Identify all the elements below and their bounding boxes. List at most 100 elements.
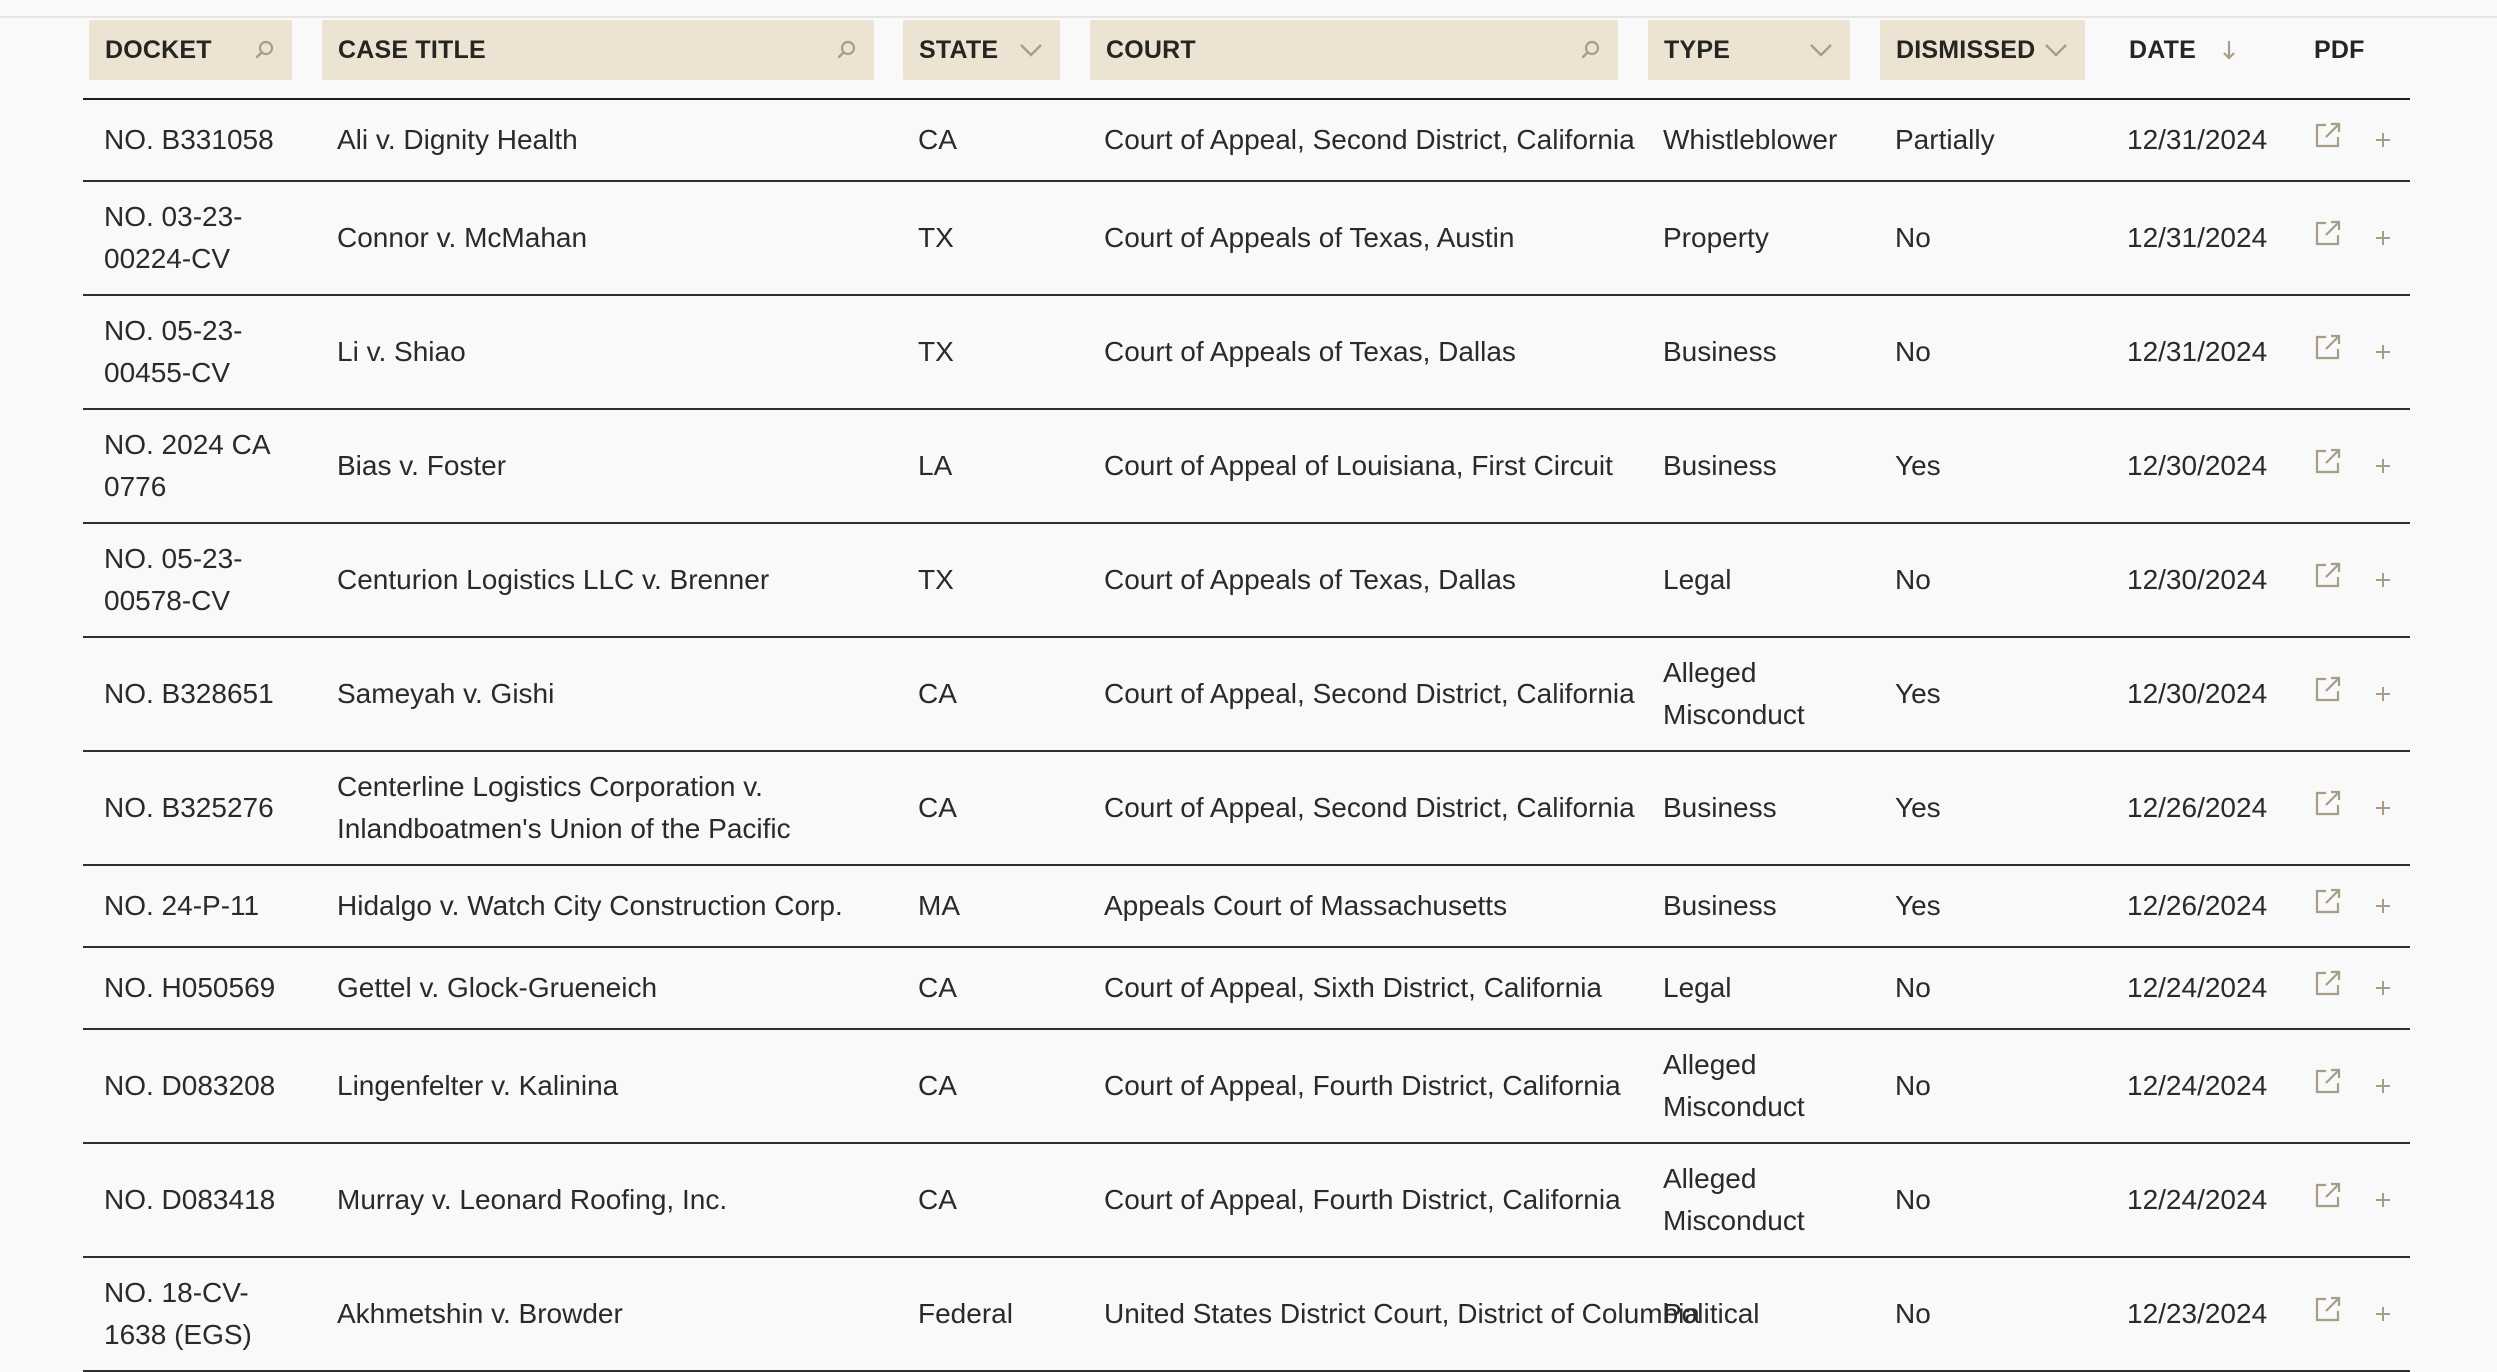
court-text: Court of Appeal, Second District, Califo… (1104, 792, 1635, 823)
plus-icon[interactable] (2373, 560, 2413, 600)
cell-add (2373, 296, 2413, 408)
cell-dismissed: Yes (1895, 638, 2095, 750)
date-text: 12/26/2024 (2127, 890, 2268, 921)
cell-court: United States District Court, District o… (1104, 1258, 1704, 1370)
docket-text: NO. 18-CV-1638 (EGS) (104, 1277, 252, 1350)
plus-icon[interactable] (2373, 446, 2413, 486)
cell-pdf (2313, 638, 2353, 750)
column-header-date[interactable]: DATE (2113, 20, 2253, 80)
chevron-down-icon[interactable] (1808, 42, 1834, 58)
date-text: 12/26/2024 (2127, 792, 2268, 823)
table-row: NO. D083208 Lingenfelter v. Kalinina CA Cou… (83, 1030, 2410, 1144)
cell-court: Court of Appeal, Fourth District, Califo… (1104, 1144, 1704, 1256)
chevron-down-icon[interactable] (1018, 42, 1044, 58)
arrow-down-icon[interactable] (2221, 38, 2237, 62)
state-text: TX (918, 222, 954, 253)
type-text: Property (1663, 222, 1769, 253)
cell-title: Bias v. Foster (337, 410, 897, 522)
state-text: MA (918, 890, 960, 921)
cell-pdf (2313, 752, 2353, 864)
title-text: Centurion Logistics LLC v. Brenner (337, 564, 770, 595)
cell-date: 12/26/2024 (2127, 866, 2287, 946)
dismissed-text: No (1895, 1298, 1931, 1329)
title-text: Centerline Logistics Corporation v. Inla… (337, 771, 791, 844)
chevron-down-icon[interactable] (2043, 42, 2069, 58)
external-link-icon[interactable] (2313, 120, 2353, 160)
search-icon[interactable] (1580, 39, 1602, 61)
external-link-icon[interactable] (2313, 1066, 2353, 1106)
cell-dismissed: No (1895, 296, 2095, 408)
external-link-icon[interactable] (2313, 332, 2353, 372)
column-label-pdf: PDF (2314, 35, 2365, 64)
cell-state: LA (918, 410, 1058, 522)
plus-icon[interactable] (2373, 1066, 2413, 1106)
state-text: Federal (918, 1298, 1013, 1329)
column-header-state[interactable]: STATE (903, 20, 1060, 80)
plus-icon[interactable] (2373, 788, 2413, 828)
cell-court: Court of Appeal, Second District, Califo… (1104, 752, 1704, 864)
external-link-icon[interactable] (2313, 788, 2353, 828)
external-link-icon[interactable] (2313, 674, 2353, 714)
external-link-icon[interactable] (2313, 1180, 2353, 1220)
table-row: NO. H050569 Gettel v. Glock-Grueneich CA Co… (83, 948, 2410, 1030)
cell-court: Court of Appeals of Texas, Dallas (1104, 296, 1704, 408)
cell-court: Appeals Court of Massachusetts (1104, 866, 1704, 946)
plus-icon[interactable] (2373, 968, 2413, 1008)
cell-pdf (2313, 1258, 2353, 1370)
cell-date: 12/31/2024 (2127, 182, 2287, 294)
cell-docket: NO. B331058 (104, 100, 294, 180)
external-link-icon[interactable] (2313, 1294, 2353, 1334)
type-text: Business (1663, 450, 1777, 481)
cell-type: Alleged Misconduct (1663, 1144, 1863, 1256)
cell-docket: NO. H050569 (104, 948, 294, 1028)
cell-dismissed: No (1895, 948, 2095, 1028)
plus-icon[interactable] (2373, 218, 2413, 258)
dismissed-text: Yes (1895, 890, 1941, 921)
column-label-court: COURT (1106, 35, 1196, 64)
docket-text: NO. D083208 (104, 1070, 276, 1101)
date-text: 12/31/2024 (2127, 222, 2268, 253)
title-text: Sameyah v. Gishi (337, 678, 555, 709)
dismissed-text: No (1895, 222, 1931, 253)
cell-title: Gettel v. Glock-Grueneich (337, 948, 897, 1028)
title-text: Gettel v. Glock-Grueneich (337, 972, 658, 1003)
external-link-icon[interactable] (2313, 560, 2353, 600)
external-link-icon[interactable] (2313, 968, 2353, 1008)
cell-title: Lingenfelter v. Kalinina (337, 1030, 897, 1142)
cell-state: CA (918, 638, 1058, 750)
external-link-icon[interactable] (2313, 886, 2353, 926)
plus-icon[interactable] (2373, 1180, 2413, 1220)
state-text: CA (918, 792, 957, 823)
cell-title: Connor v. McMahan (337, 182, 897, 294)
plus-icon[interactable] (2373, 674, 2413, 714)
plus-icon[interactable] (2373, 332, 2413, 372)
cell-docket: NO. 2024 CA 0776 (104, 410, 294, 522)
dismissed-text: Yes (1895, 678, 1941, 709)
search-icon[interactable] (254, 39, 276, 61)
external-link-icon[interactable] (2313, 446, 2353, 486)
date-text: 12/24/2024 (2127, 972, 2268, 1003)
date-text: 12/24/2024 (2127, 1070, 2268, 1101)
column-header-type[interactable]: TYPE (1648, 20, 1850, 80)
column-header-court[interactable]: COURT (1090, 20, 1618, 80)
cell-date: 12/23/2024 (2127, 1258, 2287, 1370)
search-icon[interactable] (836, 39, 858, 61)
cell-state: CA (918, 948, 1058, 1028)
docket-text: NO. 05-23-00455-CV (104, 315, 243, 388)
dismissed-text: No (1895, 1070, 1931, 1101)
plus-icon[interactable] (2373, 1294, 2413, 1334)
column-header-case-title[interactable]: CASE TITLE (322, 20, 874, 80)
date-text: 12/24/2024 (2127, 1184, 2268, 1215)
cell-pdf (2313, 866, 2353, 946)
title-text: Ali v. Dignity Health (337, 124, 578, 155)
plus-icon[interactable] (2373, 120, 2413, 160)
external-link-icon[interactable] (2313, 218, 2353, 258)
dismissed-text: Yes (1895, 450, 1941, 481)
column-header-dismissed[interactable]: DISMISSED (1880, 20, 2085, 80)
cell-state: MA (918, 866, 1058, 946)
state-text: LA (918, 450, 953, 481)
column-header-docket[interactable]: DOCKET (89, 20, 292, 80)
cell-pdf (2313, 1144, 2353, 1256)
cell-state: CA (918, 100, 1058, 180)
plus-icon[interactable] (2373, 886, 2413, 926)
